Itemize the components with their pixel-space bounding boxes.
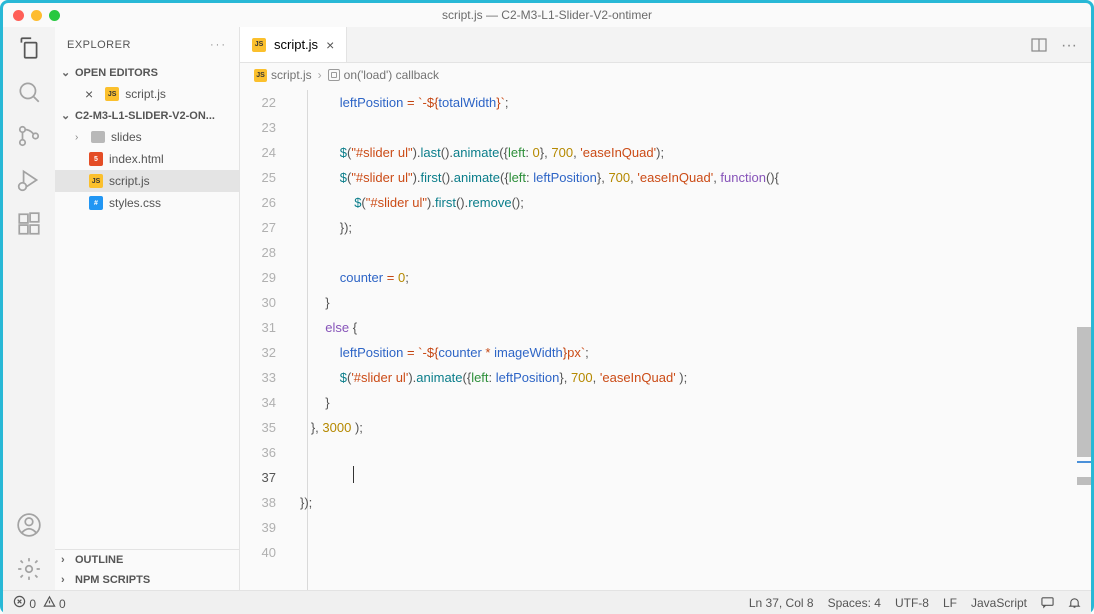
status-encoding[interactable]: UTF-8 <box>895 596 929 610</box>
error-icon <box>13 595 26 608</box>
js-file-icon: JS <box>89 174 103 188</box>
search-icon[interactable] <box>16 79 42 105</box>
html-file-icon: 5 <box>89 152 103 166</box>
chevron-right-icon: › <box>318 68 322 82</box>
file-script-js[interactable]: JS script.js <box>55 170 239 192</box>
editor-body[interactable]: 22232425262728293031323334353637383940 l… <box>240 87 1091 590</box>
explorer-icon[interactable] <box>16 35 42 61</box>
file-index-html[interactable]: 5 index.html <box>55 148 239 170</box>
file-styles-css[interactable]: # styles.css <box>55 192 239 214</box>
scrollbar-thumb[interactable] <box>1077 327 1091 457</box>
folder-icon <box>91 131 105 143</box>
tab-script-js[interactable]: JS script.js × <box>240 27 347 62</box>
status-eol[interactable]: LF <box>943 596 957 610</box>
status-problems[interactable]: 0 0 <box>13 595 66 611</box>
folder-slides[interactable]: › slides <box>55 126 239 148</box>
open-editor-item[interactable]: × JS script.js <box>55 83 239 105</box>
status-language[interactable]: JavaScript <box>971 596 1027 610</box>
close-tab-icon[interactable]: × <box>326 37 334 53</box>
minimap[interactable] <box>1077 147 1091 590</box>
editor-area: JS script.js × ··· JS script.js › on('lo… <box>240 27 1091 590</box>
editor-tabs: JS script.js × ··· <box>240 27 1091 63</box>
sidebar-title: EXPLORER <box>67 39 131 51</box>
code-content[interactable]: leftPosition = `-${totalWidth}`; $("#sli… <box>294 87 1091 590</box>
breadcrumb-file[interactable]: JS script.js <box>254 68 312 82</box>
bell-icon[interactable] <box>1068 596 1081 609</box>
breadcrumb[interactable]: JS script.js › on('load') callback <box>240 63 1091 87</box>
outline-section[interactable]: ›OUTLINE <box>55 550 239 570</box>
extensions-icon[interactable] <box>16 211 42 237</box>
status-cursor-pos[interactable]: Ln 37, Col 8 <box>749 596 814 610</box>
activity-bar <box>3 27 55 590</box>
sidebar-more-icon[interactable]: ··· <box>210 39 227 51</box>
breadcrumb-symbol[interactable]: on('load') callback <box>328 68 439 82</box>
line-numbers: 22232425262728293031323334353637383940 <box>240 87 294 590</box>
text-cursor <box>353 466 354 483</box>
close-icon[interactable]: × <box>85 86 93 102</box>
account-icon[interactable] <box>16 512 42 538</box>
open-editors-section[interactable]: ⌄OPEN EDITORS <box>55 62 239 83</box>
npm-scripts-section[interactable]: ›NPM SCRIPTS <box>55 570 239 590</box>
tab-more-icon[interactable]: ··· <box>1061 37 1077 53</box>
titlebar: script.js — C2-M3-L1-Slider-V2-ontimer <box>3 3 1091 27</box>
minimize-dot-icon[interactable] <box>31 10 42 21</box>
status-indent[interactable]: Spaces: 4 <box>828 596 881 610</box>
minimap-cursor <box>1077 477 1091 485</box>
sidebar: EXPLORER ··· ⌄OPEN EDITORS × JS script.j… <box>55 27 240 590</box>
project-section[interactable]: ⌄C2-M3-L1-SLIDER-V2-ON... <box>55 105 239 126</box>
warning-icon <box>43 595 56 608</box>
js-file-icon: JS <box>254 69 267 82</box>
debug-icon[interactable] <box>16 167 42 193</box>
js-file-icon: JS <box>105 87 119 101</box>
js-file-icon: JS <box>252 38 266 52</box>
zoom-dot-icon[interactable] <box>49 10 60 21</box>
css-file-icon: # <box>89 196 103 210</box>
gear-icon[interactable] <box>16 556 42 582</box>
status-bar: 0 0 Ln 37, Col 8 Spaces: 4 UTF-8 LF Java… <box>3 590 1091 614</box>
close-dot-icon[interactable] <box>13 10 24 21</box>
window-controls[interactable] <box>13 10 60 21</box>
window-title: script.js — C2-M3-L1-Slider-V2-ontimer <box>3 8 1091 22</box>
feedback-icon[interactable] <box>1041 596 1054 609</box>
symbol-icon <box>328 69 340 81</box>
source-control-icon[interactable] <box>16 123 42 149</box>
split-editor-icon[interactable] <box>1031 37 1047 53</box>
minimap-marker <box>1077 461 1091 463</box>
